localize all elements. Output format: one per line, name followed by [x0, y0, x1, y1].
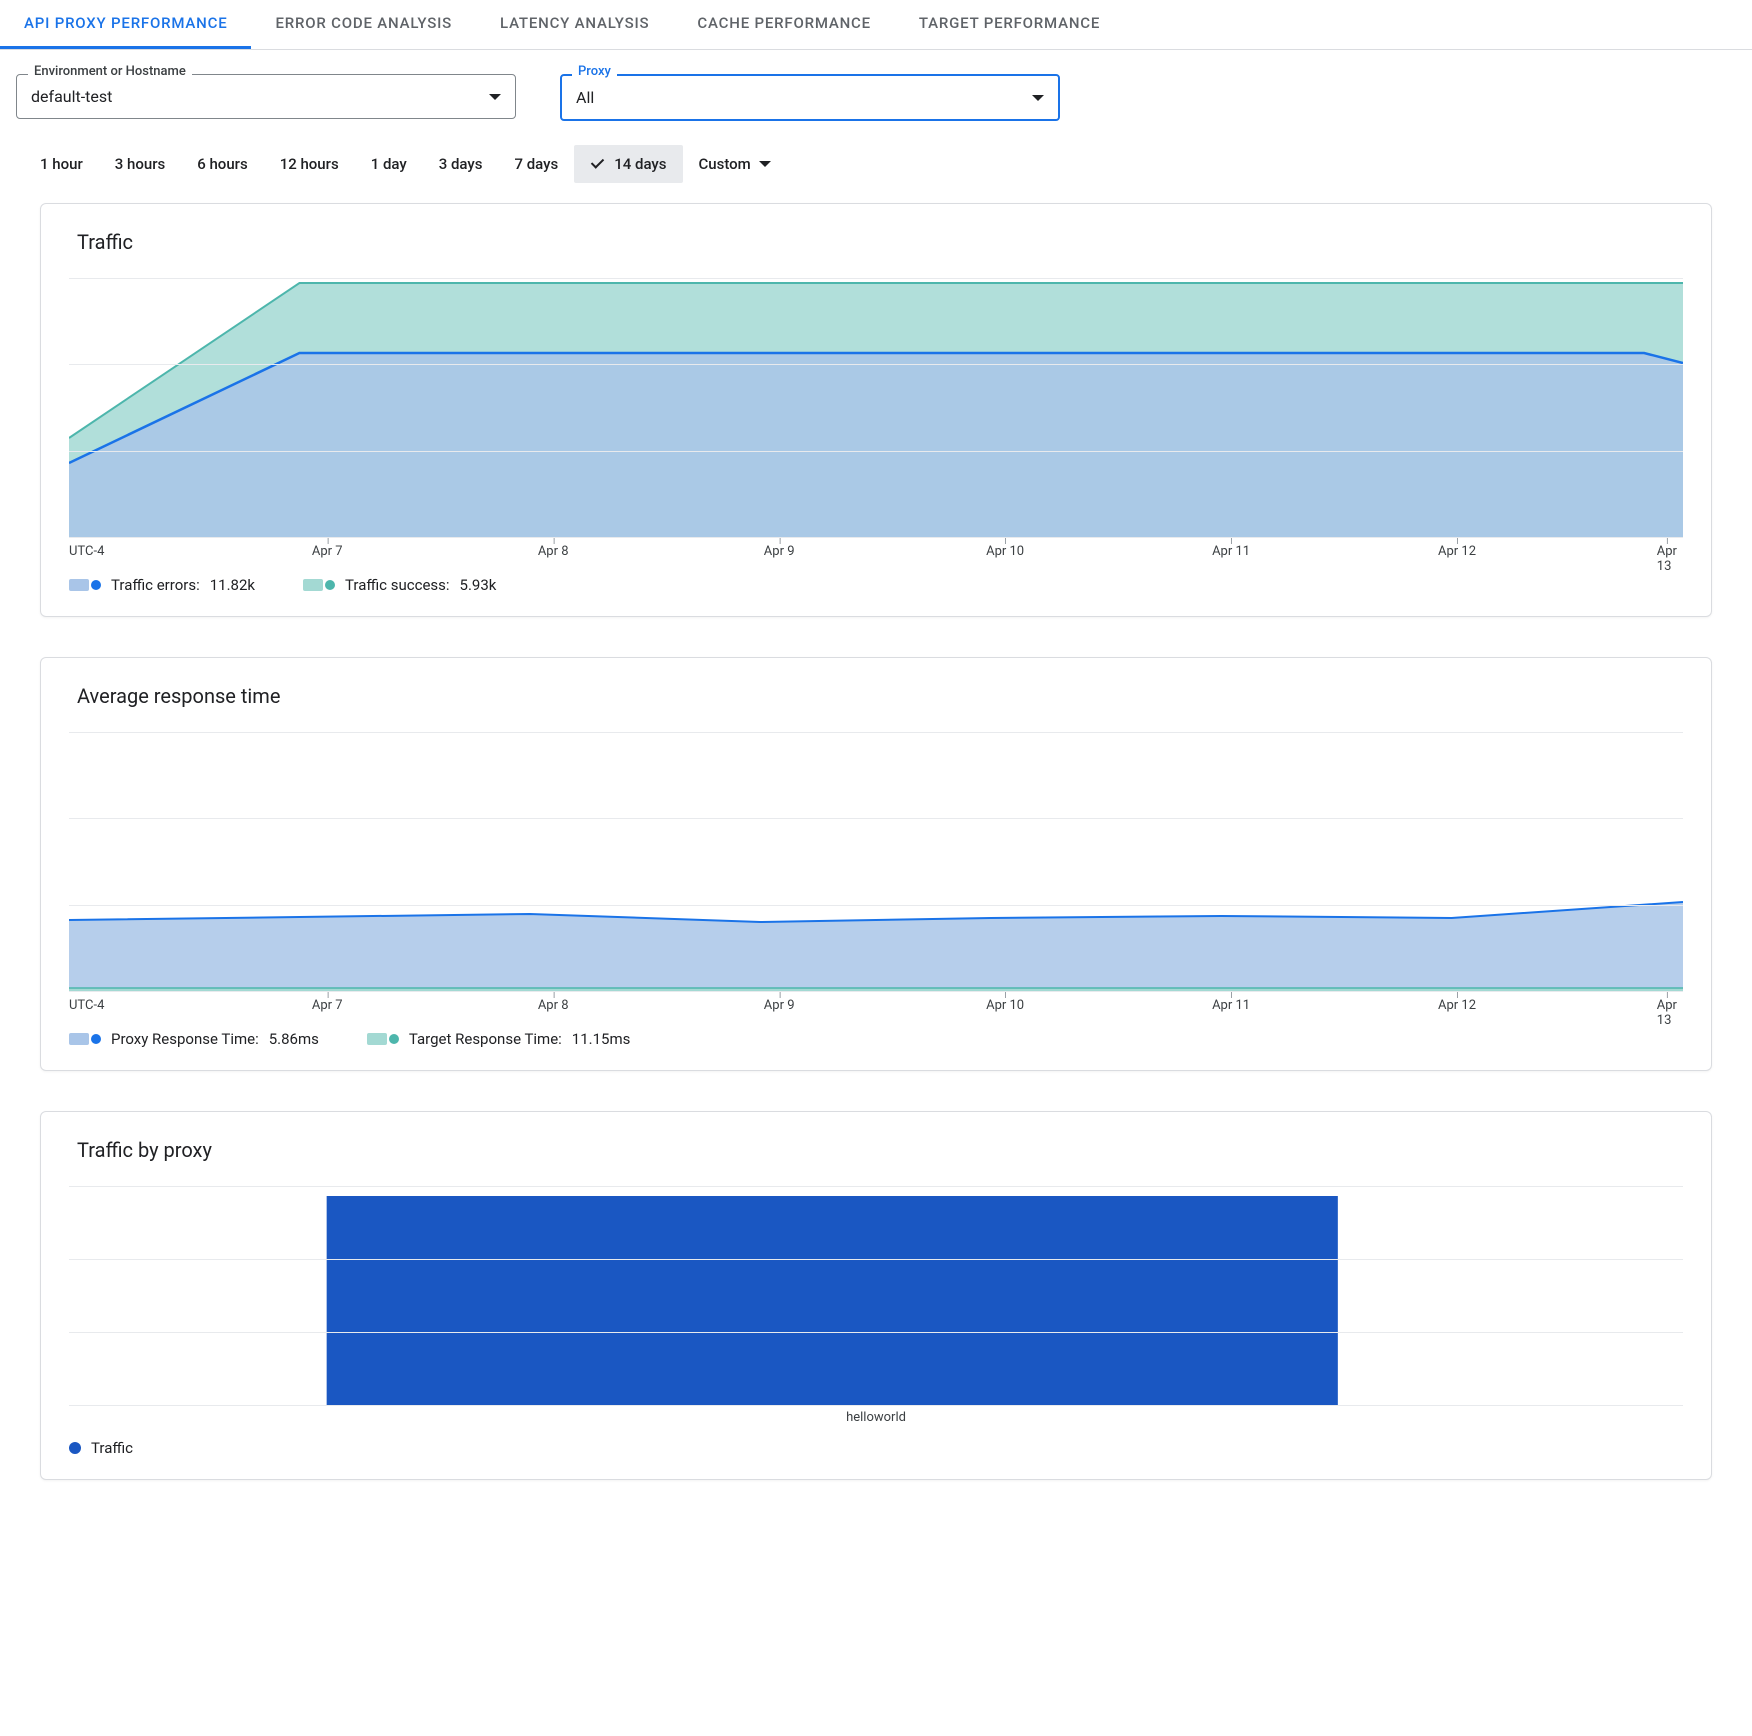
tabs-container: API PROXY PERFORMANCE ERROR CODE ANALYSI… — [0, 0, 1752, 50]
time-range-12hours[interactable]: 12 hours — [264, 145, 355, 183]
legend-swatch-icon — [69, 579, 101, 591]
response-card: Average response time UTC-4 Apr 7 Apr 8 … — [40, 657, 1712, 1071]
response-card-title: Average response time — [41, 684, 1711, 732]
proxy-select[interactable]: All — [560, 74, 1060, 121]
legend-target-response[interactable]: Target Response Time: 11.15ms — [367, 1030, 630, 1048]
legend-value: 11.15ms — [572, 1030, 631, 1048]
bar-legend: Traffic — [41, 1425, 1711, 1461]
time-range-3days[interactable]: 3 days — [423, 145, 499, 183]
time-range-14days-label: 14 days — [614, 155, 666, 173]
env-select-value: default-test — [31, 87, 112, 106]
legend-label: Proxy Response Time: — [111, 1030, 259, 1048]
x-tick: Apr 12 — [1438, 544, 1476, 559]
tab-latency-analysis[interactable]: LATENCY ANALYSIS — [476, 0, 673, 49]
proxy-select-label: Proxy — [572, 64, 617, 79]
x-tick: Apr 8 — [538, 998, 569, 1013]
time-range-row: 1 hour 3 hours 6 hours 12 hours 1 day 3 … — [0, 137, 1752, 203]
legend-label: Target Response Time: — [409, 1030, 562, 1048]
response-tz: UTC-4 — [69, 998, 104, 1013]
x-tick: Apr 13 — [1657, 998, 1677, 1028]
env-select[interactable]: default-test — [16, 74, 516, 119]
bar-gridlines — [69, 1186, 1683, 1406]
x-tick: Apr 9 — [764, 544, 795, 559]
legend-swatch-icon — [69, 1033, 101, 1045]
env-select-label: Environment or Hostname — [28, 64, 192, 79]
chevron-down-icon — [489, 94, 501, 100]
traffic-card-title: Traffic — [41, 230, 1711, 278]
traffic-x-axis: UTC-4 Apr 7 Apr 8 Apr 9 Apr 10 Apr 11 Ap… — [69, 538, 1683, 562]
legend-label: Traffic — [91, 1439, 133, 1457]
legend-value: 5.93k — [460, 576, 497, 594]
legend-traffic-errors[interactable]: Traffic errors: 11.82k — [69, 576, 255, 594]
x-tick: Apr 11 — [1212, 998, 1250, 1013]
time-range-1hour[interactable]: 1 hour — [24, 145, 99, 183]
legend-value: 11.82k — [210, 576, 255, 594]
x-tick: Apr 7 — [312, 998, 343, 1013]
traffic-legend: Traffic errors: 11.82k Traffic success: … — [41, 562, 1711, 598]
legend-traffic[interactable]: Traffic — [69, 1439, 133, 1457]
bar-card: Traffic by proxy helloworld Traffic — [40, 1111, 1712, 1480]
legend-proxy-response[interactable]: Proxy Response Time: 5.86ms — [69, 1030, 319, 1048]
time-range-custom[interactable]: Custom — [683, 145, 787, 183]
legend-dot-icon — [69, 1442, 81, 1454]
tab-cache-performance[interactable]: CACHE PERFORMANCE — [673, 0, 895, 49]
x-tick: Apr 11 — [1212, 544, 1250, 559]
legend-label: Traffic errors: — [111, 576, 200, 594]
x-tick: Apr 7 — [312, 544, 343, 559]
legend-label: Traffic success: — [345, 576, 450, 594]
proxy-select-wrap: Proxy All — [560, 74, 1060, 121]
env-select-wrap: Environment or Hostname default-test — [16, 74, 516, 121]
response-x-axis: UTC-4 Apr 7 Apr 8 Apr 9 Apr 10 Apr 11 Ap… — [69, 992, 1683, 1016]
bar-x-label: helloworld — [41, 1410, 1711, 1425]
time-range-custom-label: Custom — [699, 155, 751, 173]
x-tick: Apr 8 — [538, 544, 569, 559]
filters-row: Environment or Hostname default-test Pro… — [0, 50, 1752, 137]
chevron-down-icon — [1032, 95, 1044, 101]
tab-target-performance[interactable]: TARGET PERFORMANCE — [895, 0, 1124, 49]
x-tick: Apr 12 — [1438, 998, 1476, 1013]
traffic-gridlines — [69, 278, 1683, 538]
response-legend: Proxy Response Time: 5.86ms Target Respo… — [41, 1016, 1711, 1052]
chevron-down-icon — [759, 161, 771, 167]
time-range-14days[interactable]: 14 days — [574, 145, 682, 183]
check-icon — [590, 156, 606, 172]
traffic-card: Traffic UTC-4 Apr 7 Apr 8 Apr 9 Apr 10 A… — [40, 203, 1712, 617]
response-chart — [69, 732, 1683, 992]
response-gridlines — [69, 732, 1683, 992]
time-range-3hours[interactable]: 3 hours — [99, 145, 181, 183]
legend-swatch-icon — [303, 579, 335, 591]
bar-chart — [69, 1186, 1683, 1406]
bar-card-title: Traffic by proxy — [41, 1138, 1711, 1186]
x-tick: Apr 10 — [986, 998, 1024, 1013]
tab-error-code-analysis[interactable]: ERROR CODE ANALYSIS — [251, 0, 476, 49]
traffic-chart — [69, 278, 1683, 538]
x-tick: Apr 9 — [764, 998, 795, 1013]
legend-traffic-success[interactable]: Traffic success: 5.93k — [303, 576, 496, 594]
tab-api-proxy-performance[interactable]: API PROXY PERFORMANCE — [0, 0, 251, 49]
legend-value: 5.86ms — [269, 1030, 319, 1048]
time-range-6hours[interactable]: 6 hours — [181, 145, 263, 183]
x-tick: Apr 13 — [1657, 544, 1677, 574]
proxy-select-value: All — [576, 88, 594, 107]
time-range-7days[interactable]: 7 days — [498, 145, 574, 183]
time-range-1day[interactable]: 1 day — [355, 145, 423, 183]
x-tick: Apr 10 — [986, 544, 1024, 559]
legend-swatch-icon — [367, 1033, 399, 1045]
traffic-tz: UTC-4 — [69, 544, 104, 559]
